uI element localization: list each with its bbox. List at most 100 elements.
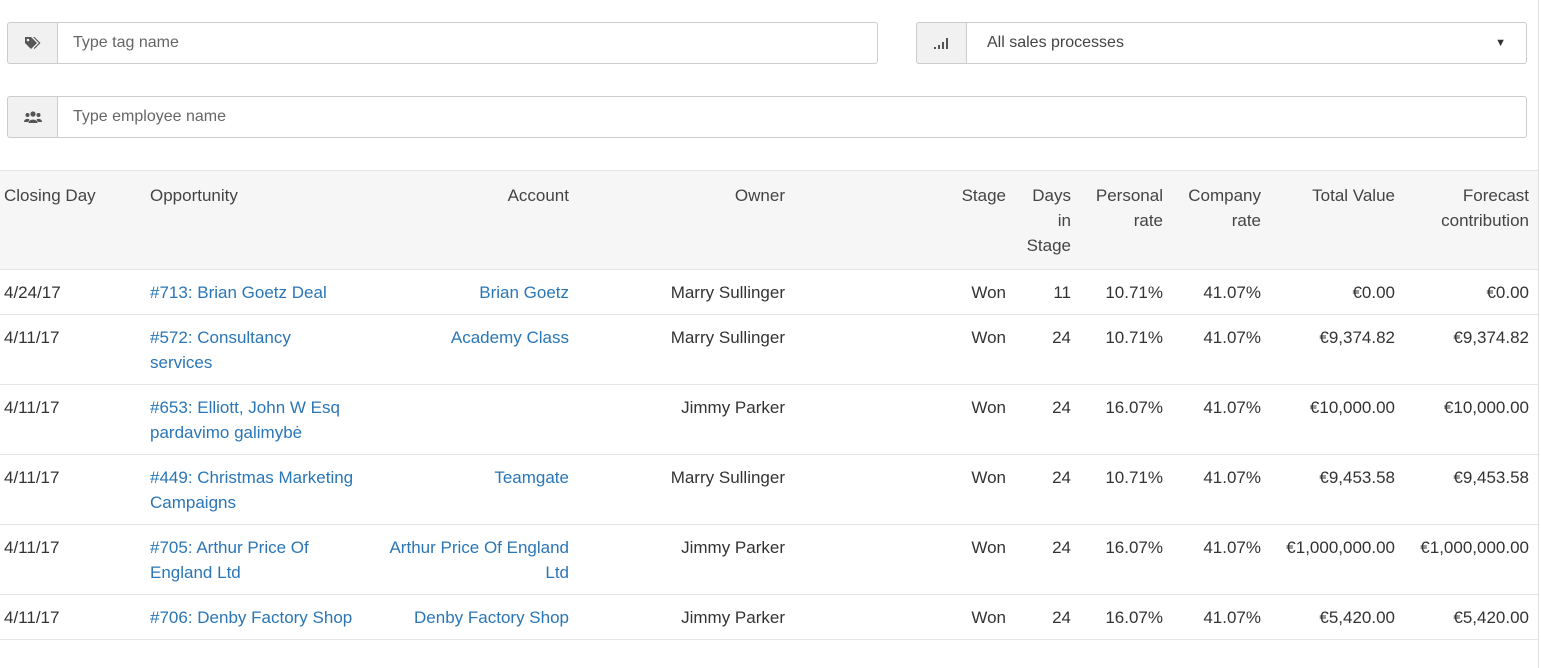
personal-rate-cell: 10.71% bbox=[1080, 454, 1172, 525]
table-row: 4/11/17 #706: Denby Factory Shop Denby F… bbox=[0, 594, 1538, 640]
forecast-contribution-cell: €10,000.00 bbox=[1404, 384, 1538, 455]
stage-cell: Won bbox=[794, 384, 1015, 455]
owner-cell: Marry Sullinger bbox=[578, 454, 794, 525]
closing-day-cell: 4/11/17 bbox=[0, 524, 146, 595]
account-link[interactable]: Academy Class bbox=[451, 328, 569, 347]
stage-cell: Won bbox=[794, 454, 1015, 525]
account-link[interactable]: Teamgate bbox=[494, 468, 569, 487]
stage-cell: Won bbox=[794, 269, 1015, 315]
table-row: 4/24/17 #713: Brian Goetz Deal Brian Goe… bbox=[0, 269, 1538, 315]
company-rate-cell: 41.07% bbox=[1172, 594, 1270, 640]
sales-process-select[interactable]: All sales processes ▼ bbox=[966, 22, 1527, 64]
tag-filter bbox=[7, 22, 878, 64]
stage-cell: Won bbox=[794, 594, 1015, 640]
table-row: 4/11/17 #449: Christmas Marketing Campai… bbox=[0, 454, 1538, 525]
account-cell: Arthur Price Of England Ltd bbox=[364, 524, 578, 595]
column-header-total-value[interactable]: Total Value bbox=[1270, 170, 1404, 270]
column-header-closing-day[interactable]: Closing Day bbox=[0, 170, 146, 270]
column-header-personal-rate[interactable]: Personal rate bbox=[1080, 170, 1172, 270]
opportunity-link[interactable]: #713: Brian Goetz Deal bbox=[150, 283, 327, 302]
opportunity-cell: #713: Brian Goetz Deal bbox=[146, 269, 364, 315]
column-header-company-rate[interactable]: Company rate bbox=[1172, 170, 1270, 270]
column-header-owner[interactable]: Owner bbox=[578, 170, 794, 270]
total-value-cell: €5,420.00 bbox=[1270, 594, 1404, 640]
company-rate-cell: 41.07% bbox=[1172, 524, 1270, 595]
closing-day-cell: 4/11/17 bbox=[0, 454, 146, 525]
owner-cell: Jimmy Parker bbox=[578, 524, 794, 595]
days-in-stage-cell: 24 bbox=[1015, 314, 1080, 385]
column-header-forecast-contribution[interactable]: Forecast contribution bbox=[1404, 170, 1538, 270]
total-value-cell: €9,374.82 bbox=[1270, 314, 1404, 385]
account-cell bbox=[364, 384, 578, 455]
opportunity-link[interactable]: #705: Arthur Price Of England Ltd bbox=[150, 538, 309, 582]
opportunity-link[interactable]: #572: Consultancy services bbox=[150, 328, 291, 372]
column-header-opportunity[interactable]: Opportunity bbox=[146, 170, 364, 270]
days-in-stage-cell: 24 bbox=[1015, 384, 1080, 455]
table-row: 4/11/17 #572: Consultancy services Acade… bbox=[0, 314, 1538, 385]
company-rate-cell: 41.07% bbox=[1172, 314, 1270, 385]
account-link[interactable]: Arthur Price Of England Ltd bbox=[389, 538, 569, 582]
closing-day-cell: 4/11/17 bbox=[0, 314, 146, 385]
opportunities-table: Closing Day Opportunity Account Owner St… bbox=[0, 170, 1538, 640]
chevron-down-icon: ▼ bbox=[1495, 37, 1506, 49]
column-header-days-in-stage[interactable]: Days in Stage bbox=[1015, 170, 1080, 270]
opportunity-cell: #572: Consultancy services bbox=[146, 314, 364, 385]
stage-cell: Won bbox=[794, 524, 1015, 595]
personal-rate-cell: 16.07% bbox=[1080, 594, 1172, 640]
stage-cell: Won bbox=[794, 314, 1015, 385]
employee-filter bbox=[7, 96, 1527, 138]
owner-cell: Marry Sullinger bbox=[578, 269, 794, 315]
account-cell: Academy Class bbox=[364, 314, 578, 385]
days-in-stage-cell: 24 bbox=[1015, 594, 1080, 640]
owner-cell: Marry Sullinger bbox=[578, 314, 794, 385]
sales-process-filter: All sales processes ▼ bbox=[916, 22, 1527, 64]
days-in-stage-cell: 24 bbox=[1015, 454, 1080, 525]
days-in-stage-cell: 11 bbox=[1015, 269, 1080, 315]
forecast-contribution-cell: €1,000,000.00 bbox=[1404, 524, 1538, 595]
opportunity-cell: #449: Christmas Marketing Campaigns bbox=[146, 454, 364, 525]
closing-day-cell: 4/24/17 bbox=[0, 269, 146, 315]
account-link[interactable]: Brian Goetz bbox=[479, 283, 569, 302]
total-value-cell: €9,453.58 bbox=[1270, 454, 1404, 525]
opportunity-cell: #653: Elliott, John W Esq pardavimo gali… bbox=[146, 384, 364, 455]
owner-cell: Jimmy Parker bbox=[578, 384, 794, 455]
tag-input[interactable] bbox=[57, 22, 878, 64]
personal-rate-cell: 10.71% bbox=[1080, 269, 1172, 315]
tags-icon bbox=[7, 22, 57, 64]
opportunity-link[interactable]: #653: Elliott, John W Esq pardavimo gali… bbox=[150, 398, 340, 442]
total-value-cell: €1,000,000.00 bbox=[1270, 524, 1404, 595]
account-link[interactable]: Denby Factory Shop bbox=[414, 608, 569, 627]
total-value-cell: €0.00 bbox=[1270, 269, 1404, 315]
forecast-contribution-cell: €9,374.82 bbox=[1404, 314, 1538, 385]
closing-day-cell: 4/11/17 bbox=[0, 594, 146, 640]
company-rate-cell: 41.07% bbox=[1172, 384, 1270, 455]
column-header-account[interactable]: Account bbox=[364, 170, 578, 270]
table-row: 4/11/17 #653: Elliott, John W Esq pardav… bbox=[0, 384, 1538, 455]
account-cell: Brian Goetz bbox=[364, 269, 578, 315]
users-icon bbox=[7, 96, 57, 138]
company-rate-cell: 41.07% bbox=[1172, 454, 1270, 525]
sales-process-selected-value: All sales processes bbox=[987, 34, 1124, 51]
table-row: 4/11/17 #705: Arthur Price Of England Lt… bbox=[0, 524, 1538, 595]
opportunity-cell: #705: Arthur Price Of England Ltd bbox=[146, 524, 364, 595]
forecast-contribution-cell: €9,453.58 bbox=[1404, 454, 1538, 525]
account-cell: Denby Factory Shop bbox=[364, 594, 578, 640]
opportunity-link[interactable]: #706: Denby Factory Shop bbox=[150, 608, 352, 627]
days-in-stage-cell: 24 bbox=[1015, 524, 1080, 595]
company-rate-cell: 41.07% bbox=[1172, 269, 1270, 315]
forecast-contribution-cell: €5,420.00 bbox=[1404, 594, 1538, 640]
signal-bars-icon bbox=[916, 22, 966, 64]
personal-rate-cell: 16.07% bbox=[1080, 524, 1172, 595]
table-header-row: Closing Day Opportunity Account Owner St… bbox=[0, 170, 1538, 270]
opportunity-link[interactable]: #449: Christmas Marketing Campaigns bbox=[150, 468, 353, 512]
opportunity-cell: #706: Denby Factory Shop bbox=[146, 594, 364, 640]
owner-cell: Jimmy Parker bbox=[578, 594, 794, 640]
forecast-contribution-cell: €0.00 bbox=[1404, 269, 1538, 315]
column-header-stage[interactable]: Stage bbox=[794, 170, 1015, 270]
employee-input[interactable] bbox=[57, 96, 1527, 138]
page-edge-divider bbox=[1538, 0, 1539, 668]
closing-day-cell: 4/11/17 bbox=[0, 384, 146, 455]
total-value-cell: €10,000.00 bbox=[1270, 384, 1404, 455]
personal-rate-cell: 16.07% bbox=[1080, 384, 1172, 455]
account-cell: Teamgate bbox=[364, 454, 578, 525]
